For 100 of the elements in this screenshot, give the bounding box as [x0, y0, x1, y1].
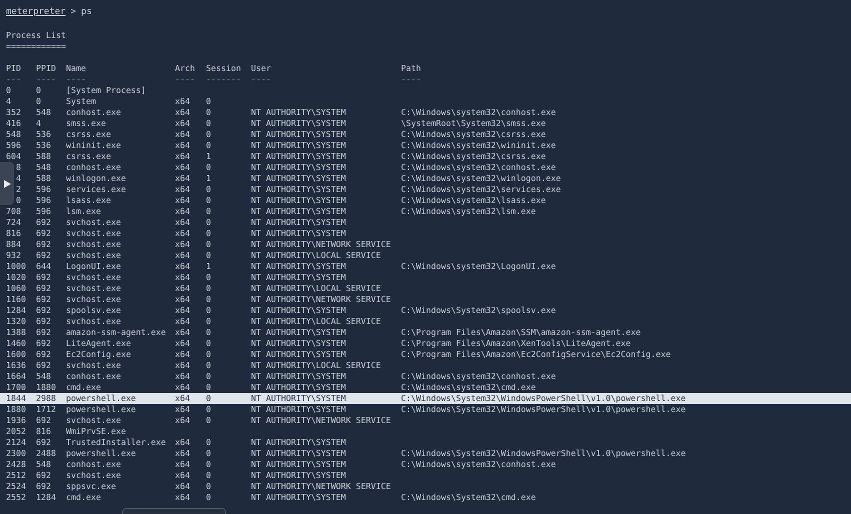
table-cell: C:\Windows\system32\wininit.exe — [401, 140, 556, 150]
table-cell: 0 — [206, 96, 211, 106]
table-cell: 1000 — [6, 261, 26, 271]
table-cell: 0 — [206, 250, 211, 260]
table-cell: csrss.exe — [66, 129, 111, 139]
table-cell: x64 — [175, 272, 190, 282]
table-cell: WmiPrvSE.exe — [66, 426, 126, 436]
table-cell: NT AUTHORITY\LOCAL SERVICE — [251, 316, 381, 326]
table-cell: x64 — [175, 327, 190, 337]
table-cell: 0 — [206, 437, 211, 447]
table-cell: 0 — [206, 195, 211, 205]
table-cell: 0 — [36, 96, 41, 106]
table-cell: 1 — [206, 173, 211, 183]
table-cell: NT AUTHORITY\SYSTEM — [251, 107, 346, 117]
table-cell: svchost.exe — [66, 272, 121, 282]
table-cell: 1880 — [36, 382, 56, 392]
table-cell: x64 — [175, 470, 190, 480]
table-cell: 692 — [36, 349, 51, 359]
table-cell: 548 — [36, 107, 51, 117]
column-header: User — [251, 63, 271, 73]
table-cell: 692 — [36, 437, 51, 447]
prompt-symbol: > — [70, 6, 76, 18]
table-cell: NT AUTHORITY\SYSTEM — [251, 437, 346, 447]
table-cell: NT AUTHORITY\SYSTEM — [251, 184, 346, 194]
table-cell: 536 — [36, 129, 51, 139]
table-cell: 692 — [36, 481, 51, 491]
table-cell: x64 — [175, 173, 190, 183]
table-cell: 0 — [206, 382, 211, 392]
title-underline: ============ — [6, 41, 66, 52]
table-cell: 692 — [36, 305, 51, 315]
table-cell: 692 — [36, 239, 51, 249]
table-cell: 692 — [36, 415, 51, 425]
side-panel[interactable] — [0, 162, 14, 205]
table-cell: NT AUTHORITY\SYSTEM — [251, 393, 346, 403]
table-cell: NT AUTHORITY\NETWORK SERVICE — [251, 294, 391, 304]
table-cell: x64 — [175, 437, 190, 447]
table-cell: 692 — [36, 470, 51, 480]
table-cell: NT AUTHORITY\SYSTEM — [251, 305, 346, 315]
table-cell: C:\Windows\System32\spoolsv.exe — [401, 305, 556, 315]
table-cell: 2512 — [6, 470, 26, 480]
table-cell: x64 — [175, 140, 190, 150]
table-cell: NT AUTHORITY\SYSTEM — [251, 195, 346, 205]
table-cell: 816 — [36, 426, 51, 436]
table-cell: C:\Windows\system32\lsm.exe — [401, 206, 536, 216]
command-text: ps — [81, 6, 92, 18]
table-cell: 0 — [206, 492, 211, 502]
table-cell: x64 — [175, 250, 190, 260]
table-cell: x64 — [175, 316, 190, 326]
table-cell: powershell.exe — [66, 448, 136, 458]
table-cell: NT AUTHORITY\NETWORK SERVICE — [251, 415, 391, 425]
table-cell: 2052 — [6, 426, 26, 436]
header-rule: --- — [6, 74, 21, 84]
table-cell: 1600 — [6, 349, 26, 359]
table-cell: x64 — [175, 415, 190, 425]
table-cell: 0 — [206, 305, 211, 315]
table-cell: NT AUTHORITY\LOCAL SERVICE — [251, 360, 381, 370]
table-cell: 1160 — [6, 294, 26, 304]
header-rule: ---- — [36, 74, 56, 84]
table-cell: NT AUTHORITY\SYSTEM — [251, 206, 346, 216]
table-cell: 724 — [6, 217, 21, 227]
table-cell: 352 — [6, 107, 21, 117]
table-cell: 692 — [36, 217, 51, 227]
table-cell: svchost.exe — [66, 415, 121, 425]
table-cell: 692 — [36, 338, 51, 348]
table-cell: wininit.exe — [66, 140, 121, 150]
column-header: PID — [6, 63, 21, 73]
table-cell: 0 — [206, 272, 211, 282]
table-cell: C:\Windows\system32\services.exe — [401, 184, 561, 194]
table-cell: x64 — [175, 404, 190, 414]
table-cell: x64 — [175, 162, 190, 172]
header-rule: ------- — [206, 74, 241, 84]
table-cell: 4 — [16, 173, 21, 183]
table-cell: C:\Windows\system32\csrss.exe — [401, 129, 546, 139]
table-cell: NT AUTHORITY\LOCAL SERVICE — [251, 250, 381, 260]
table-cell: NT AUTHORITY\SYSTEM — [251, 118, 346, 128]
table-cell: x64 — [175, 448, 190, 458]
column-header: Name — [66, 63, 86, 73]
table-cell: 1880 — [6, 404, 26, 414]
table-cell: Ec2Config.exe — [66, 349, 131, 359]
table-cell: powershell.exe — [66, 404, 136, 414]
table-cell: 2488 — [36, 448, 56, 458]
header-rule: ---- — [175, 74, 195, 84]
table-cell: x64 — [175, 129, 190, 139]
table-cell: NT AUTHORITY\NETWORK SERVICE — [251, 481, 391, 491]
table-cell: x64 — [175, 371, 190, 381]
table-cell: 548 — [36, 459, 51, 469]
table-cell: NT AUTHORITY\NETWORK SERVICE — [251, 239, 391, 249]
table-cell: svchost.exe — [66, 283, 121, 293]
table-cell: x64 — [175, 206, 190, 216]
table-cell: C:\Windows\System32\WindowsPowerShell\v1.0\powershell.exe — [401, 393, 686, 403]
table-cell: NT AUTHORITY\SYSTEM — [251, 162, 346, 172]
table-cell: x64 — [175, 195, 190, 205]
table-cell: NT AUTHORITY\SYSTEM — [251, 140, 346, 150]
table-cell: C:\Program Files\Amazon\XenTools\LiteAgent.exe — [401, 338, 631, 348]
table-cell: NT AUTHORITY\LOCAL SERVICE — [251, 283, 381, 293]
table-cell: 596 — [36, 184, 51, 194]
table-cell: 0 — [206, 217, 211, 227]
table-cell: C:\Windows\System32\WindowsPowerShell\v1.0\powershell.exe — [401, 404, 686, 414]
table-cell: svchost.exe — [66, 294, 121, 304]
table-cell: 1 — [206, 151, 211, 161]
